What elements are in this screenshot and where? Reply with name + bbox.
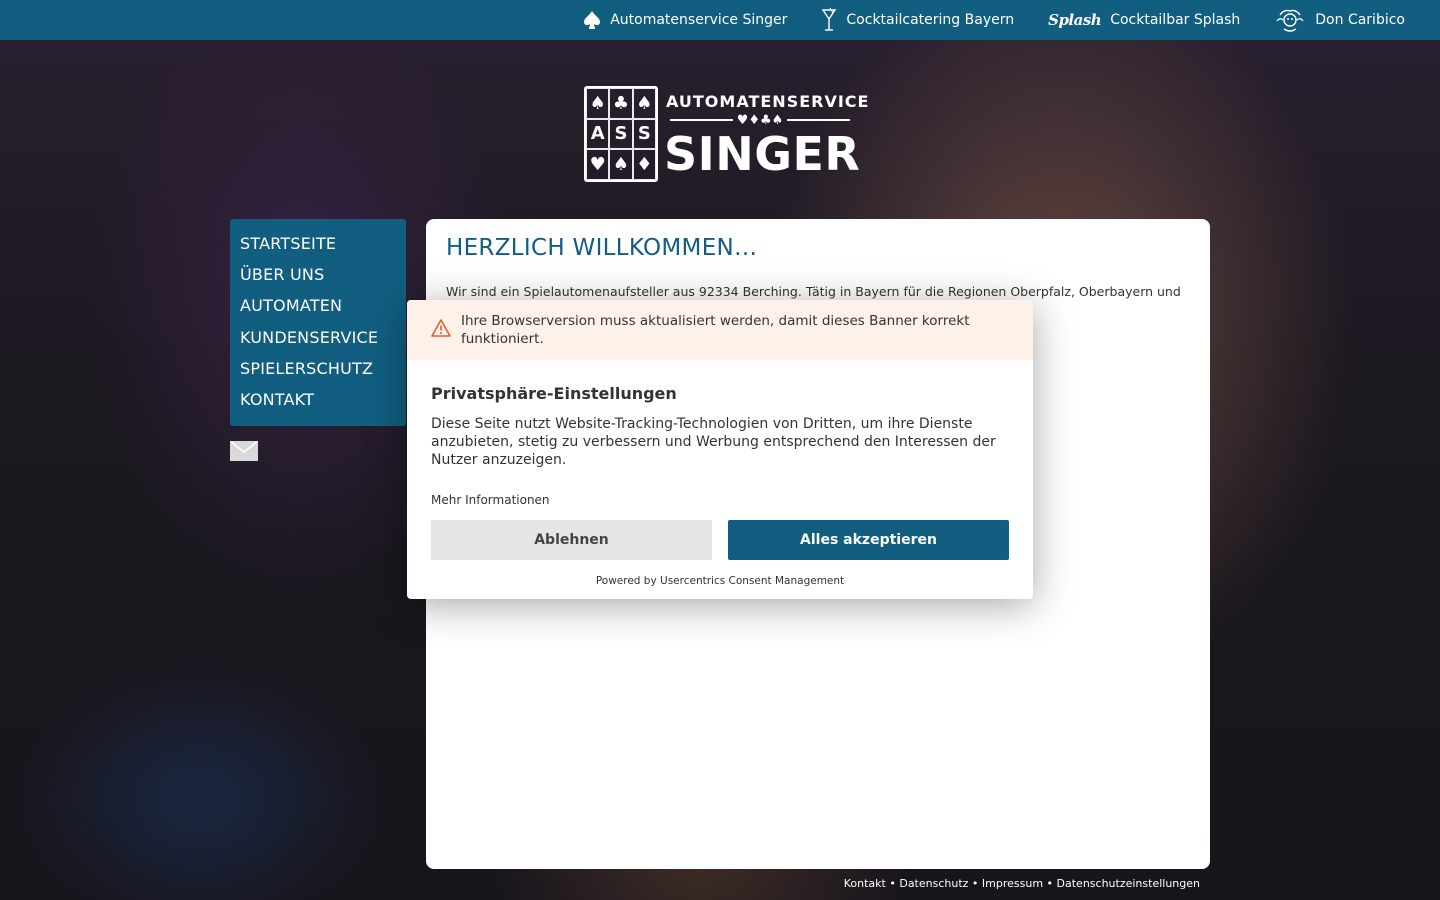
mail-icon[interactable] <box>229 440 259 461</box>
logo-letter: S <box>632 118 656 150</box>
don-caribico-logo-icon <box>1274 9 1306 32</box>
topbar-link-automatenservice[interactable]: Automatenservice Singer <box>583 9 787 31</box>
consent-description: Diese Seite nutzt Website-Tracking-Techn… <box>431 416 996 468</box>
splash-logo-icon: Splash <box>1048 11 1102 29</box>
footer-separator: • <box>885 877 900 890</box>
sidebar-item-kundenservice[interactable]: KUNDENSERVICE <box>240 326 396 357</box>
powered-by-text: Powered by Usercentrics Consent Manageme… <box>595 575 845 587</box>
intro-text: Wir sind ein Spielautomenaufsteller aus … <box>446 284 1181 299</box>
sidebar-item-automaten[interactable]: AUTOMATEN <box>240 294 396 325</box>
browser-warning-text: Ihre Browserversion muss aktualisiert we… <box>461 313 970 347</box>
logo-top-line: AUTOMATENSERVICE <box>666 92 870 111</box>
footer-link-datenschutzeinstellungen[interactable]: Datenschutzeinstellungen <box>1057 877 1200 890</box>
spade-icon <box>583 9 601 31</box>
topbar-link-don-caribico[interactable]: Don Caribico <box>1274 9 1405 32</box>
logo-diamond-icon: ♦ <box>632 149 656 180</box>
sidebar-nav: STARTSEITE ÜBER UNS AUTOMATEN KUNDENSERV… <box>230 219 406 426</box>
footer-link-impressum[interactable]: Impressum <box>982 877 1043 890</box>
logo-spade-icon: ♠ <box>609 149 633 180</box>
topbar-link-cocktailcatering[interactable]: Cocktailcatering Bayern <box>821 7 1015 31</box>
topbar-link-label: Don Caribico <box>1315 12 1405 28</box>
sidebar-item-startseite[interactable]: STARTSEITE <box>240 232 396 263</box>
sidebar-item-kontakt[interactable]: KONTAKT <box>240 388 396 419</box>
topbar-link-cocktailbar-splash[interactable]: Splash Cocktailbar Splash <box>1048 9 1240 31</box>
consent-body: Privatsphäre-Einstellungen Diese Seite n… <box>407 360 1033 587</box>
browser-warning-banner: Ihre Browserversion muss aktualisiert we… <box>407 300 1033 360</box>
logo-club-icon: ♣ <box>609 88 633 119</box>
logo-spade-icon: ♠ <box>632 88 656 119</box>
consent-title: Privatsphäre-Einstellungen <box>431 384 677 403</box>
consent-button-row: Ablehnen Alles akzeptieren <box>431 520 1009 560</box>
topbar-link-label: Cocktailcatering Bayern <box>846 12 1015 28</box>
site-logo[interactable]: ♠ ♣ ♠ A S S ♥ ♠ ♦ AUTOMATENSERVICE ♥♦♣♠ … <box>584 86 868 182</box>
footer-links: Kontakt • Datenschutz • Impressum • Date… <box>844 877 1200 890</box>
logo-card-grid: ♠ ♣ ♠ A S S ♥ ♠ ♦ <box>584 86 658 182</box>
more-info-link[interactable]: Mehr Informationen <box>431 493 550 507</box>
footer-link-datenschutz[interactable]: Datenschutz <box>899 877 968 890</box>
accept-all-button[interactable]: Alles akzeptieren <box>728 520 1009 560</box>
footer-link-kontakt[interactable]: Kontakt <box>844 877 886 890</box>
sidebar-item-spielerschutz[interactable]: SPIELERSCHUTZ <box>240 357 396 388</box>
cocktail-glass-icon <box>821 7 837 31</box>
logo-heart-icon: ♥ <box>586 149 610 180</box>
topbar-link-label: Automatenservice Singer <box>610 12 788 28</box>
logo-main-line: SINGER <box>664 127 861 181</box>
deny-button[interactable]: Ablehnen <box>431 520 712 560</box>
top-bar: Automatenservice Singer Cocktailcatering… <box>0 0 1440 40</box>
footer-separator: • <box>968 877 982 890</box>
topbar-link-label: Cocktailbar Splash <box>1110 12 1241 28</box>
logo-letter: A <box>586 118 610 150</box>
page-title: HERZLICH WILLKOMMEN… <box>446 235 758 261</box>
warning-icon <box>431 319 451 341</box>
consent-dialog: Ihre Browserversion muss aktualisiert we… <box>407 300 1033 599</box>
sidebar-item-ueber-uns[interactable]: ÜBER UNS <box>240 263 396 294</box>
footer-separator: • <box>1043 877 1057 890</box>
logo-spade-icon: ♠ <box>586 88 610 119</box>
logo-letter: S <box>609 118 633 150</box>
